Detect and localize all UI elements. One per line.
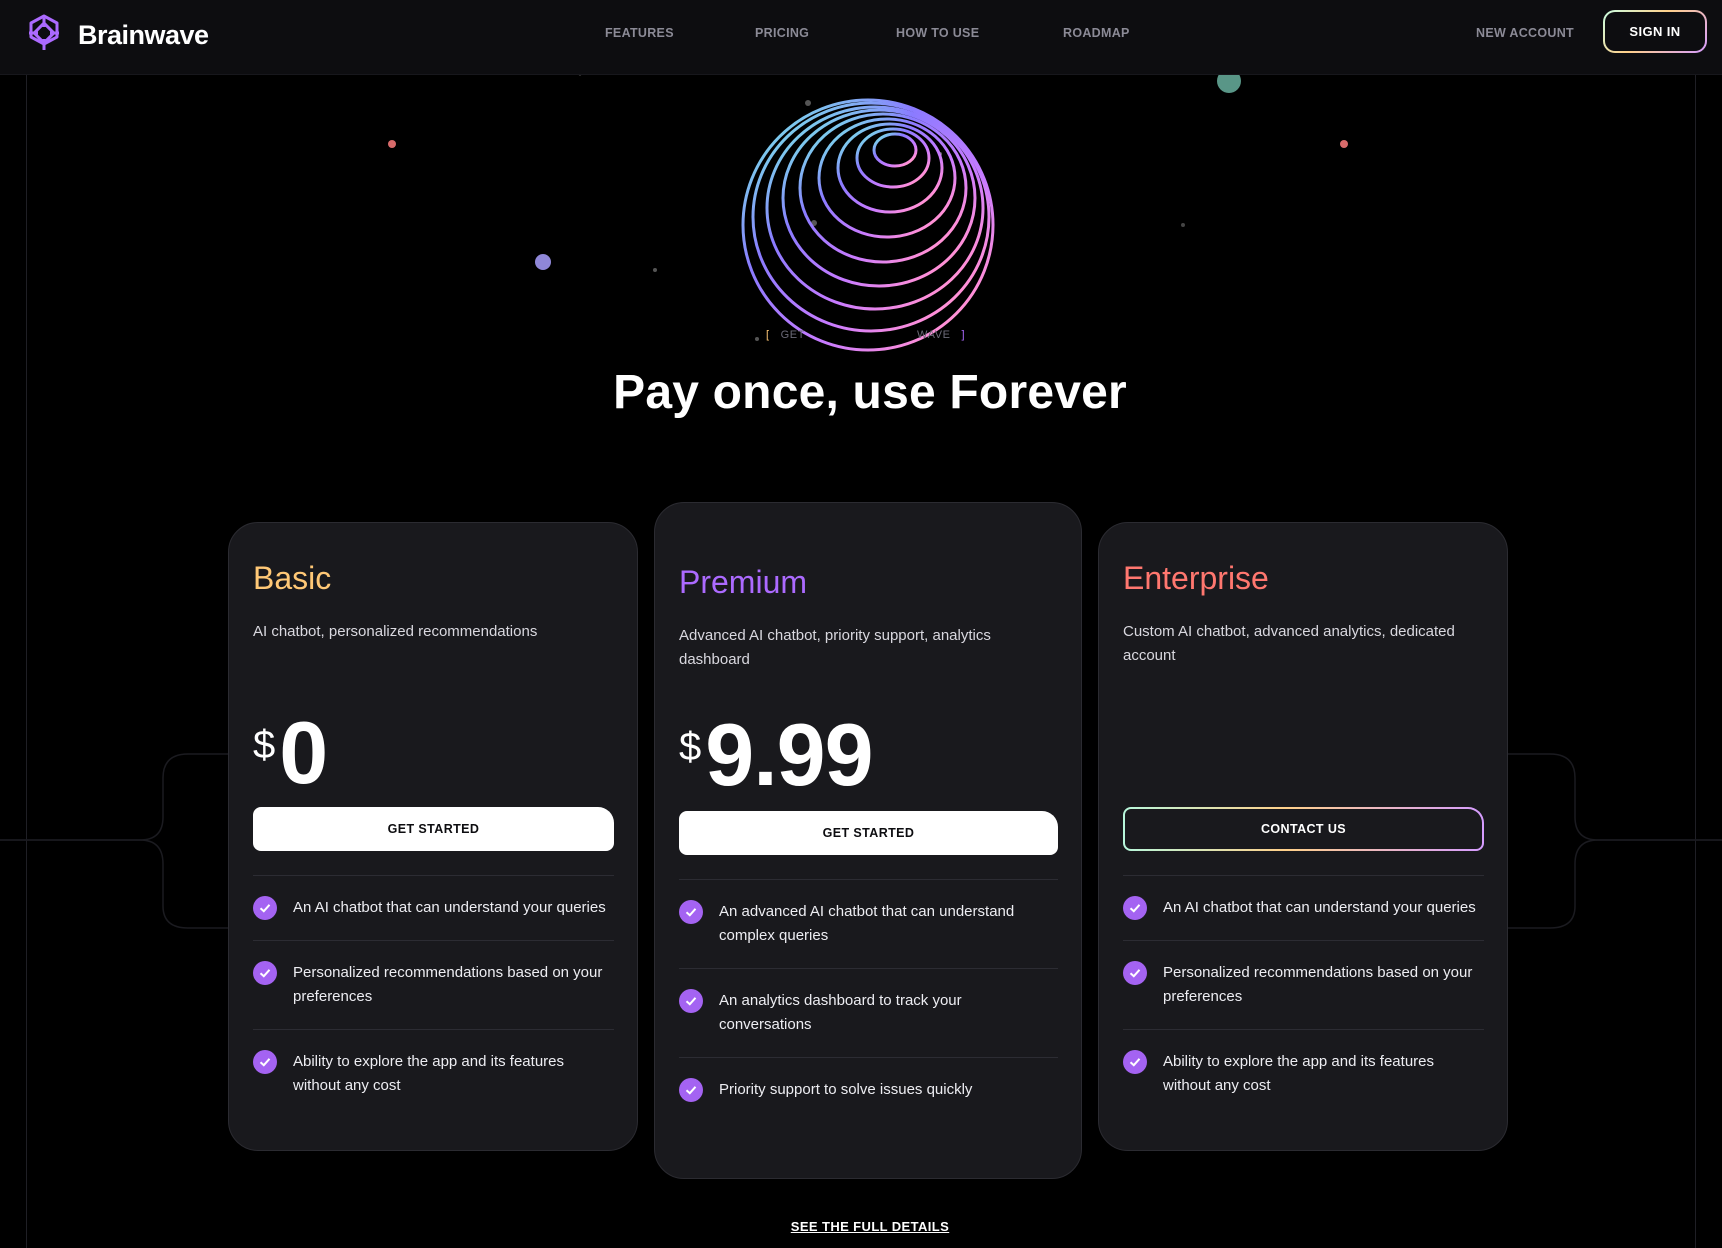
price-value: 0 bbox=[279, 703, 328, 802]
sign-in-button[interactable]: SIGN IN bbox=[1603, 10, 1707, 53]
plan-name: Enterprise bbox=[1123, 560, 1269, 596]
plan-card-enterprise: Enterprise Custom AI chatbot, advanced a… bbox=[1098, 522, 1508, 1151]
feature-item: Personalized recommendations based on yo… bbox=[1123, 961, 1484, 1009]
feature-text: An AI chatbot that can understand your q… bbox=[293, 899, 606, 916]
check-circle-icon bbox=[1123, 896, 1147, 920]
plan-name: Premium bbox=[679, 564, 808, 600]
plan-name: Basic bbox=[253, 560, 332, 596]
hero-orb-graphic bbox=[741, 98, 995, 352]
feature-text: An AI chatbot that can understand your q… bbox=[1163, 899, 1476, 916]
plan-price: $ 0 bbox=[253, 703, 328, 802]
plan-description: AI chatbot, personalized recommendations bbox=[253, 623, 538, 640]
plan-card-basic: Basic AI chatbot, personalized recommend… bbox=[228, 522, 638, 1151]
divider bbox=[1123, 940, 1484, 941]
nav-link-how-to-use[interactable]: HOW TO USE bbox=[896, 26, 979, 40]
divider bbox=[1123, 1029, 1484, 1030]
see-full-details-link[interactable]: SEE THE FULL DETAILS bbox=[0, 1219, 1722, 1234]
feature-text: An advanced AI chatbot that can understa… bbox=[719, 903, 1015, 944]
feature-item: An advanced AI chatbot that can understa… bbox=[679, 900, 1058, 948]
feature-text: Personalized recommendations based on yo… bbox=[1163, 964, 1473, 1005]
get-started-button[interactable]: GET STARTED bbox=[253, 807, 614, 851]
plan-description: Advanced AI chatbot, priority support, a… bbox=[679, 627, 991, 668]
feature-item: Ability to explore the app and its featu… bbox=[253, 1050, 614, 1098]
orb-caption-left: [ GET bbox=[766, 329, 806, 341]
hero-title: Pay once, use Forever bbox=[613, 366, 1127, 419]
divider bbox=[679, 1057, 1058, 1058]
feature-text: An analytics dashboard to track your con… bbox=[719, 992, 962, 1033]
check-circle-icon bbox=[1123, 961, 1147, 985]
check-circle-icon bbox=[679, 1078, 703, 1102]
plan-description: Custom AI chatbot, advanced analytics, d… bbox=[1123, 623, 1455, 664]
check-circle-icon bbox=[253, 896, 277, 920]
check-circle-icon bbox=[679, 900, 703, 924]
divider bbox=[679, 879, 1058, 880]
brainwave-logo-icon bbox=[24, 13, 64, 58]
feature-text: Priority support to solve issues quickly bbox=[719, 1081, 973, 1098]
divider bbox=[253, 875, 614, 876]
orb-caption-right: WAVE ] bbox=[917, 329, 966, 341]
feature-text: Ability to explore the app and its featu… bbox=[1163, 1053, 1434, 1094]
divider bbox=[1123, 875, 1484, 876]
feature-item: An AI chatbot that can understand your q… bbox=[253, 896, 614, 920]
plan-price: $ 9.99 bbox=[679, 705, 874, 804]
nav-link-pricing[interactable]: PRICING bbox=[755, 26, 809, 40]
feature-text: Ability to explore the app and its featu… bbox=[293, 1053, 564, 1094]
sign-in-label: SIGN IN bbox=[1605, 12, 1705, 51]
feature-item: An analytics dashboard to track your con… bbox=[679, 989, 1058, 1037]
feature-item: An AI chatbot that can understand your q… bbox=[1123, 896, 1484, 920]
price-currency: $ bbox=[679, 725, 702, 769]
check-circle-icon bbox=[1123, 1050, 1147, 1074]
contact-us-button[interactable]: CONTACT US bbox=[1123, 807, 1484, 851]
check-circle-icon bbox=[679, 989, 703, 1013]
check-circle-icon bbox=[253, 1050, 277, 1074]
feature-item: Priority support to solve issues quickly bbox=[679, 1078, 1058, 1102]
feature-item: Personalized recommendations based on yo… bbox=[253, 961, 614, 1009]
divider bbox=[679, 968, 1058, 969]
contact-us-label: CONTACT US bbox=[1125, 809, 1482, 849]
check-circle-icon bbox=[253, 961, 277, 985]
brand[interactable]: Brainwave bbox=[24, 13, 209, 58]
plan-card-premium: Premium Advanced AI chatbot, priority su… bbox=[654, 502, 1082, 1179]
get-started-button[interactable]: GET STARTED bbox=[679, 811, 1058, 855]
price-currency: $ bbox=[253, 723, 276, 767]
top-navbar: Brainwave FEATURES PRICING HOW TO USE RO… bbox=[0, 0, 1722, 75]
price-value: 9.99 bbox=[705, 705, 873, 804]
divider bbox=[253, 940, 614, 941]
nav-link-roadmap[interactable]: ROADMAP bbox=[1063, 26, 1130, 40]
divider bbox=[253, 1029, 614, 1030]
feature-text: Personalized recommendations based on yo… bbox=[293, 964, 603, 1005]
nav-link-features[interactable]: FEATURES bbox=[605, 26, 674, 40]
feature-item: Ability to explore the app and its featu… bbox=[1123, 1050, 1484, 1098]
brand-name: Brainwave bbox=[78, 20, 209, 50]
new-account-link[interactable]: NEW ACCOUNT bbox=[1476, 26, 1574, 40]
